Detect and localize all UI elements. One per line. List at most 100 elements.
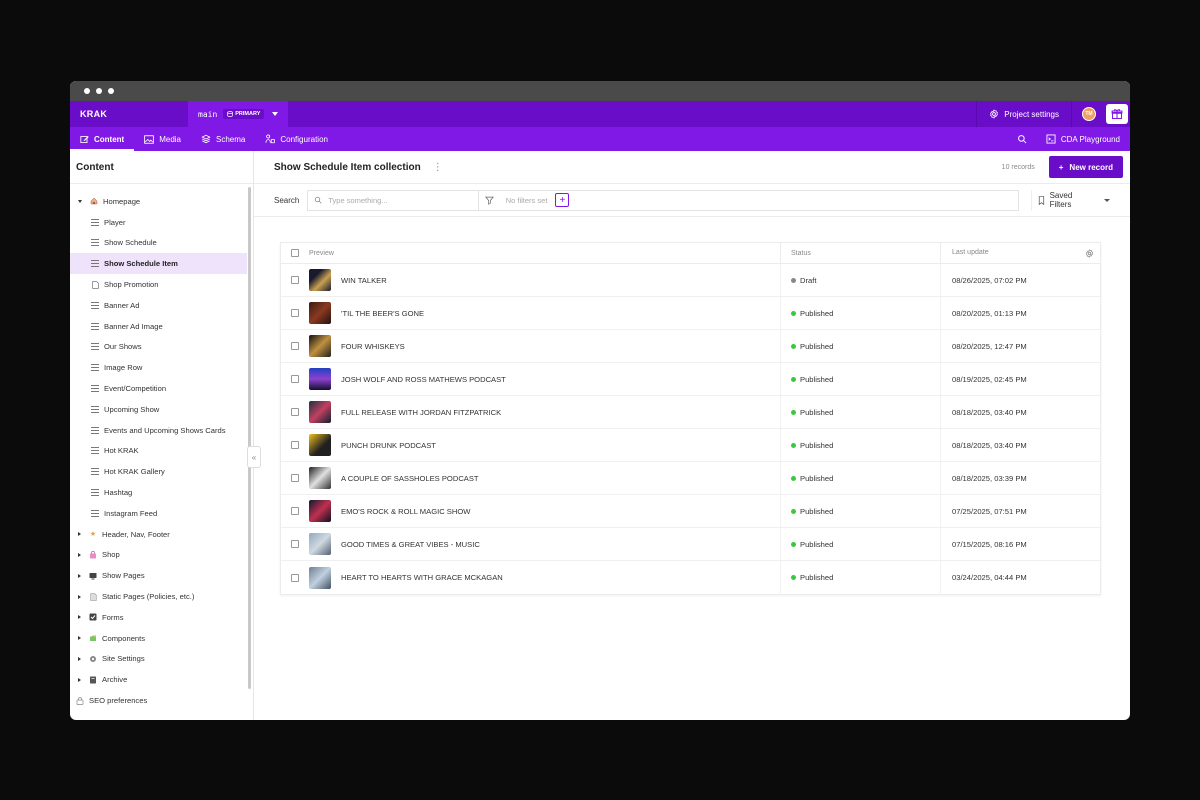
expand-arrow-icon[interactable] — [78, 573, 81, 578]
window-dot[interactable] — [84, 88, 90, 94]
brand-logo[interactable]: KRAK — [70, 109, 188, 119]
collapse-arrow-icon[interactable] — [78, 199, 82, 203]
tree-item-player[interactable]: Player — [70, 212, 253, 233]
checkbox-icon — [89, 613, 97, 621]
gear-icon — [990, 109, 999, 119]
column-header-preview[interactable]: Preview — [309, 243, 781, 263]
row-checkbox[interactable] — [291, 408, 299, 416]
table-row[interactable]: FULL RELEASE WITH JORDAN FITZPATRICK Publ… — [281, 396, 1100, 429]
tree-item-events-upcoming-cards[interactable]: Events and Upcoming Shows Cards — [70, 420, 253, 441]
row-checkbox[interactable] — [291, 573, 299, 582]
last-update: 08/18/2025, 03:39 PM — [952, 473, 1027, 483]
tree-item-image-row[interactable]: Image Row — [70, 357, 253, 378]
tree-item-shop[interactable]: Shop — [70, 545, 253, 566]
chevron-down-icon[interactable] — [272, 112, 279, 116]
expand-arrow-icon[interactable] — [78, 636, 81, 641]
more-options-icon[interactable]: ⋮ — [433, 162, 443, 173]
expand-arrow-icon[interactable] — [78, 552, 81, 557]
record-thumbnail — [309, 467, 331, 489]
window-dot[interactable] — [108, 88, 114, 94]
tab-configuration[interactable]: Configuration — [255, 127, 338, 151]
select-all-checkbox[interactable] — [291, 249, 299, 257]
tree-item-forms[interactable]: Forms — [70, 607, 253, 628]
sidebar-scrollbar[interactable] — [248, 187, 251, 689]
tree-item-static-pages[interactable]: Static Pages (Policies, etc.) — [70, 586, 253, 607]
row-checkbox[interactable] — [291, 507, 299, 515]
tree-item-hot-krak[interactable]: Hot KRAK — [70, 441, 253, 462]
tree-item-banner-ad-image[interactable]: Banner Ad Image — [70, 316, 253, 337]
row-checkbox[interactable] — [291, 441, 299, 449]
new-record-label: New record — [1069, 162, 1113, 172]
tree-item-archive[interactable]: Archive — [70, 669, 253, 690]
saved-filters-dropdown[interactable]: Saved Filters — [1030, 189, 1111, 211]
filters-status: No filters set — [505, 195, 548, 205]
avatar[interactable]: TM — [1082, 107, 1096, 121]
window-dot[interactable] — [96, 88, 102, 94]
shopping-bag-icon — [89, 550, 97, 559]
tree-item-show-schedule-item[interactable]: Show Schedule Item — [70, 253, 247, 275]
search-input[interactable]: Type something... — [307, 189, 479, 211]
tree-item-event-competition[interactable]: Event/Competition — [70, 378, 253, 399]
tree-item-header-nav-footer[interactable]: ★ Header, Nav, Footer — [70, 524, 253, 545]
table-row[interactable]: FOUR WHISKEYS Published 08/20/2025, 12:47 … — [281, 330, 1100, 363]
row-checkbox[interactable] — [291, 474, 299, 482]
tree-item-our-shows[interactable]: Our Shows — [70, 337, 253, 358]
expand-arrow-icon[interactable] — [78, 532, 81, 537]
seo-preferences-item[interactable]: SEO preferences — [70, 690, 253, 711]
cda-playground-button[interactable]: CDA Playground — [1036, 134, 1130, 144]
column-header-status[interactable]: Status — [781, 243, 941, 263]
tree-item-homepage[interactable]: Homepage — [70, 191, 253, 212]
collapse-sidebar-button[interactable]: « — [247, 446, 261, 468]
tree-item-instagram-feed[interactable]: Instagram Feed — [70, 503, 253, 524]
row-checkbox[interactable] — [291, 375, 299, 383]
tab-schema[interactable]: Schema — [191, 127, 255, 151]
environment-switcher[interactable]: main PRIMARY — [188, 101, 288, 127]
expand-arrow-icon[interactable] — [78, 594, 81, 599]
table-row[interactable]: 'TIL THE BEER'S GONE Published 08/20/2025,… — [281, 297, 1100, 330]
record-title: HEART TO HEARTS WITH GRACE MCKAGAN — [341, 573, 503, 582]
table-row[interactable]: A COUPLE OF SASSHOLES PODCAST Published 08… — [281, 462, 1100, 495]
row-checkbox[interactable] — [291, 276, 299, 284]
tree-item-show-schedule[interactable]: Show Schedule — [70, 233, 253, 254]
column-header-last-update[interactable]: Last update — [941, 249, 1100, 258]
list-icon — [91, 509, 99, 517]
global-search-button[interactable] — [1008, 134, 1036, 144]
tree-item-banner-ad[interactable]: Banner Ad — [70, 295, 253, 316]
top-bar: KRAK main PRIMARY Project settings TM — [70, 101, 1130, 127]
record-thumbnail — [309, 533, 331, 555]
table-row[interactable]: JOSH WOLF AND ROSS MATHEWS PODCAST Publis… — [281, 363, 1100, 396]
gift-button[interactable] — [1106, 104, 1128, 124]
row-checkbox[interactable] — [291, 540, 299, 548]
tree-item-upcoming-show[interactable]: Upcoming Show — [70, 399, 253, 420]
tree-item-shop-promotion[interactable]: Shop Promotion — [70, 274, 253, 295]
expand-arrow-icon[interactable] — [78, 656, 81, 661]
tree-item-show-pages[interactable]: Show Pages — [70, 565, 253, 586]
table-row[interactable]: HEART TO HEARTS WITH GRACE MCKAGAN Publis… — [281, 561, 1100, 594]
row-checkbox[interactable] — [291, 342, 299, 350]
project-settings-button[interactable]: Project settings — [976, 101, 1072, 127]
tree-item-label: Header, Nav, Footer — [102, 529, 170, 539]
tab-content[interactable]: Content — [70, 127, 135, 151]
status-dot-icon — [791, 343, 796, 349]
add-filter-button[interactable]: + — [555, 193, 570, 207]
table-row[interactable]: PUNCH DRUNK PODCAST Published 08/18/2025, … — [281, 429, 1100, 462]
tree-item-label: Hashtag — [104, 488, 133, 498]
tree-item-label: Event/Competition — [104, 384, 167, 394]
record-title: WIN TALKER — [341, 275, 387, 285]
expand-arrow-icon[interactable] — [78, 677, 81, 682]
expand-arrow-icon[interactable] — [78, 615, 81, 620]
table-row[interactable]: WIN TALKER Draft 08/26/2025, 07:02 PM — [281, 264, 1100, 297]
column-settings-icon[interactable] — [1085, 248, 1094, 258]
list-icon — [91, 301, 99, 309]
tab-media[interactable]: Media — [134, 127, 191, 151]
filter-field[interactable]: No filters set + — [478, 189, 1019, 211]
table-row[interactable]: EMO'S ROCK & ROLL MAGIC SHOW Published 07/… — [281, 495, 1100, 528]
tree-item-hashtag[interactable]: Hashtag — [70, 482, 253, 503]
table-row[interactable]: GOOD TIMES & GREAT VIBES - MUSIC Publishe… — [281, 528, 1100, 561]
records-table: Preview Status Last update WIN TALKER Dra… — [280, 242, 1101, 595]
row-checkbox[interactable] — [291, 309, 299, 317]
new-record-button[interactable]: + New record — [1048, 156, 1123, 178]
tree-item-site-settings[interactable]: Site Settings — [70, 649, 253, 670]
tree-item-hot-krak-gallery[interactable]: Hot KRAK Gallery — [70, 461, 253, 482]
tree-item-components[interactable]: Components — [70, 628, 253, 649]
